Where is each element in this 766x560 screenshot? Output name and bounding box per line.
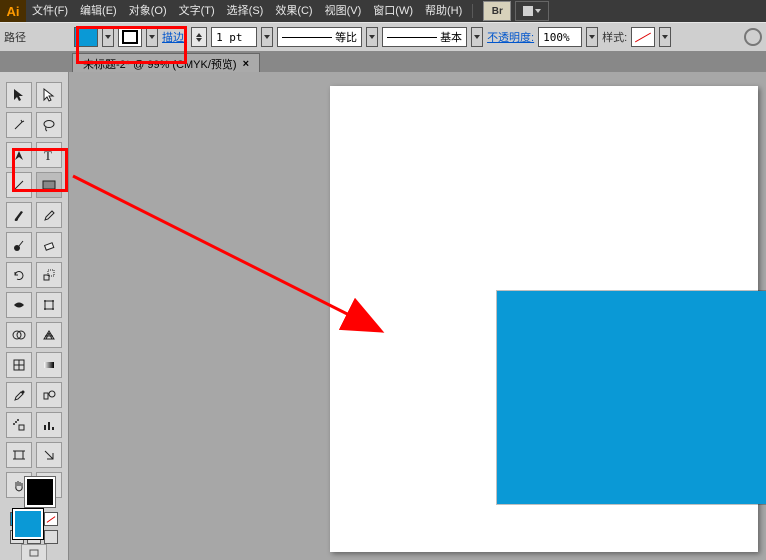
graphic-style-swatch[interactable] [631,27,655,47]
menu-edit[interactable]: 编辑(E) [74,0,123,22]
brush-label: 基本 [440,29,462,45]
drawn-rectangle[interactable] [497,291,766,504]
app-logo: Ai [0,0,26,22]
brush-definition[interactable]: 基本 [382,27,467,47]
arrange-docs-dropdown[interactable] [515,1,549,21]
gradient-tool[interactable] [36,352,62,378]
opacity-label[interactable]: 不透明度: [487,29,534,45]
menu-effect[interactable]: 效果(C) [269,0,318,22]
slice-tool[interactable] [36,442,62,468]
variable-width-profile[interactable]: 等比 [277,27,362,47]
stroke-weight-dropdown[interactable] [261,27,273,47]
menu-bar: Ai 文件(F) 编辑(E) 对象(O) 文字(T) 选择(S) 效果(C) 视… [0,0,766,22]
type-tool[interactable]: T [36,142,62,168]
scale-tool[interactable] [36,262,62,288]
panel-collapse-button[interactable] [21,544,47,560]
menu-separator [472,4,473,18]
menu-view[interactable]: 视图(V) [319,0,368,22]
svg-text:T: T [44,148,52,162]
blob-brush-tool[interactable] [6,232,32,258]
fill-swatch[interactable] [74,27,98,47]
canvas-area[interactable] [69,72,766,560]
profile-label: 等比 [335,29,357,45]
stroke-weight-stepper[interactable] [191,27,207,47]
free-transform-tool[interactable] [36,292,62,318]
recolor-artwork-icon[interactable] [744,28,762,46]
menu-type[interactable]: 文字(T) [173,0,221,22]
workspace: T [0,72,766,560]
color-mode-none[interactable] [44,512,58,526]
control-bar: 路径 描边: 1 pt 等比 基本 不透明度: 100% 样式: [0,22,766,52]
menu-help[interactable]: 帮助(H) [419,0,468,22]
menu-file[interactable]: 文件(F) [26,0,74,22]
stroke-label[interactable]: 描边: [162,29,187,45]
rectangle-tool[interactable] [36,172,62,198]
lasso-tool[interactable] [36,112,62,138]
column-graph-tool[interactable] [36,412,62,438]
eraser-tool[interactable] [36,232,62,258]
stroke-color-indicator[interactable] [24,476,56,508]
width-tool[interactable] [6,292,32,318]
magic-wand-tool[interactable] [6,112,32,138]
selection-type-label: 路径 [4,29,26,45]
opacity-field[interactable]: 100% [538,27,582,47]
stroke-swatch-dropdown[interactable] [146,27,158,47]
document-tab-title: 未标题-2* @ 99% (CMYK/预览) [83,56,237,72]
shape-builder-tool[interactable] [6,322,32,348]
perspective-grid-tool[interactable] [36,322,62,348]
profile-dropdown[interactable] [366,27,378,47]
eyedropper-tool[interactable] [6,382,32,408]
menu-object[interactable]: 对象(O) [123,0,173,22]
screen-mode-dropdown[interactable] [44,530,58,544]
artboard-tool[interactable] [6,442,32,468]
tab-close-icon[interactable]: × [243,58,249,70]
stroke-weight-field[interactable]: 1 pt [211,27,257,47]
line-segment-tool[interactable] [6,172,32,198]
opacity-dropdown[interactable] [586,27,598,47]
direct-selection-tool[interactable] [36,82,62,108]
paintbrush-tool[interactable] [6,202,32,228]
menu-window[interactable]: 窗口(W) [367,0,419,22]
graphic-style-dropdown[interactable] [659,27,671,47]
selection-tool[interactable] [6,82,32,108]
document-tab[interactable]: 未标题-2* @ 99% (CMYK/预览) × [72,53,260,74]
bridge-button[interactable]: Br [483,1,511,21]
fill-swatch-dropdown[interactable] [102,27,114,47]
pen-tool[interactable] [6,142,32,168]
stroke-swatch[interactable] [118,27,142,47]
brush-dropdown[interactable] [471,27,483,47]
fill-color-indicator[interactable] [12,508,44,540]
symbol-sprayer-tool[interactable] [6,412,32,438]
pencil-tool[interactable] [36,202,62,228]
style-label: 样式: [602,29,627,45]
menu-select[interactable]: 选择(S) [221,0,270,22]
tools-panel: T [0,72,69,560]
mesh-tool[interactable] [6,352,32,378]
blend-tool[interactable] [36,382,62,408]
rotate-tool[interactable] [6,262,32,288]
